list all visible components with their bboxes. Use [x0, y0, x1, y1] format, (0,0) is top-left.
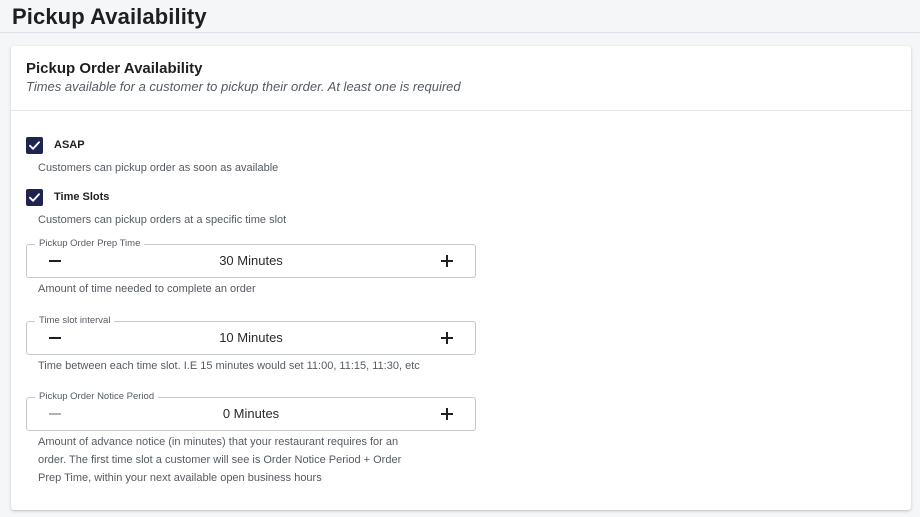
- prep-time-value[interactable]: 30 Minutes: [87, 245, 415, 277]
- card-header: Pickup Order Availability Times availabl…: [11, 46, 911, 111]
- page-title: Pickup Availability: [12, 4, 207, 29]
- plus-icon: [441, 255, 453, 267]
- asap-helper-text: Customers can pickup order as soon as av…: [38, 162, 279, 174]
- notice-period-helper-text: Amount of advance notice (in minutes) th…: [38, 433, 458, 487]
- asap-checkbox[interactable]: [26, 136, 43, 154]
- minus-icon: [49, 260, 61, 262]
- time-slot-interval-increment-button[interactable]: [429, 322, 465, 354]
- prep-time-decrement-button[interactable]: [37, 245, 73, 277]
- plus-icon: [441, 332, 453, 344]
- asap-label: ASAP: [54, 139, 85, 151]
- card-title: Pickup Order Availability: [26, 60, 203, 77]
- notice-period-helper-line: Prep Time, within your next available op…: [38, 472, 322, 484]
- notice-period-stepper: Pickup Order Notice Period 0 Minutes: [26, 391, 476, 431]
- time-slot-interval-value[interactable]: 10 Minutes: [87, 322, 415, 354]
- pickup-availability-card: Pickup Order Availability Times availabl…: [11, 46, 911, 510]
- card-subtitle: Times available for a customer to pickup…: [26, 79, 461, 94]
- notice-period-value[interactable]: 0 Minutes: [87, 398, 415, 430]
- time-slots-checkbox[interactable]: [26, 188, 43, 206]
- plus-icon: [441, 408, 453, 420]
- time-slot-interval-stepper: Time slot interval 10 Minutes: [26, 315, 476, 355]
- prep-time-increment-button[interactable]: [429, 245, 465, 277]
- prep-time-helper-text: Amount of time needed to complete an ord…: [38, 283, 256, 295]
- notice-period-helper-line: order. The first time slot a customer wi…: [38, 454, 402, 466]
- time-slots-label: Time Slots: [54, 191, 110, 203]
- check-icon: [29, 140, 40, 150]
- minus-icon: [49, 337, 61, 339]
- asap-option[interactable]: ASAP: [26, 136, 85, 154]
- check-icon: [29, 192, 40, 202]
- prep-time-stepper: Pickup Order Prep Time 30 Minutes: [26, 238, 476, 278]
- minus-icon: [49, 413, 61, 415]
- notice-period-helper-line: Amount of advance notice (in minutes) th…: [38, 436, 399, 448]
- time-slot-interval-decrement-button[interactable]: [37, 322, 73, 354]
- time-slots-helper-text: Customers can pickup orders at a specifi…: [38, 214, 287, 226]
- notice-period-decrement-button[interactable]: [37, 398, 73, 430]
- time-slots-option[interactable]: Time Slots: [26, 188, 109, 206]
- time-slot-interval-helper-text: Time between each time slot. I.E 15 minu…: [38, 360, 420, 372]
- page-header: Pickup Availability: [0, 0, 920, 33]
- notice-period-increment-button[interactable]: [429, 398, 465, 430]
